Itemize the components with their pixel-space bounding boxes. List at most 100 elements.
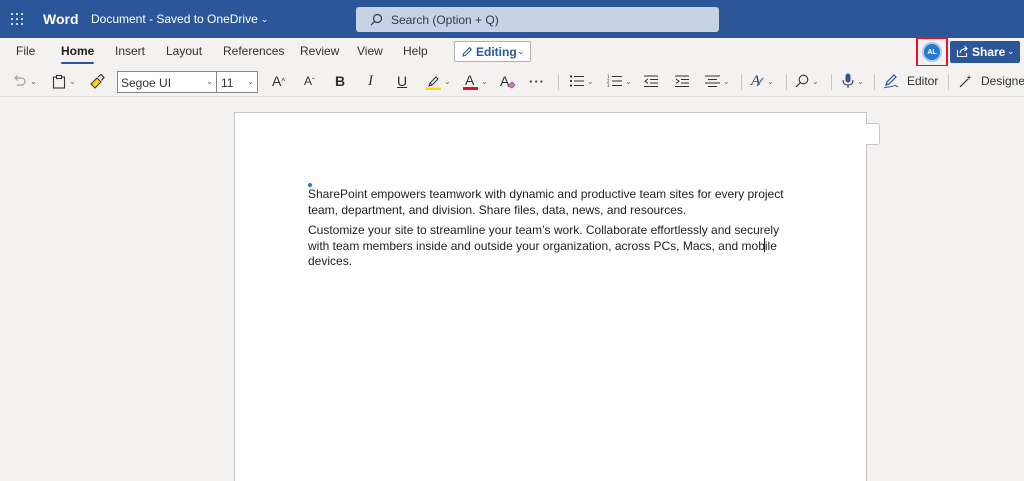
designer-button[interactable]: Designer <box>958 71 1024 91</box>
chevron-down-icon: ⌄ <box>69 76 76 86</box>
numbering-button[interactable]: 123 ⌄ <box>607 71 632 91</box>
search-box[interactable]: Search (Option + Q) <box>356 7 719 32</box>
decrease-indent-button[interactable] <box>644 71 658 91</box>
document-title-text: Document - Saved to OneDrive <box>91 12 258 26</box>
align-button[interactable]: ⌄ <box>705 71 730 91</box>
chevron-down-icon: ⌄ <box>444 76 451 86</box>
align-center-icon <box>705 75 720 87</box>
increase-indent-button[interactable] <box>675 71 689 91</box>
editing-mode-label: Editing <box>476 45 517 59</box>
title-bar: Word Document - Saved to OneDrive ⌄ Searc… <box>0 0 1024 38</box>
tab-file[interactable]: File <box>16 44 35 58</box>
chevron-down-icon: ⌄ <box>260 14 269 24</box>
shrink-font-icon: A <box>304 74 313 88</box>
font-color-swatch <box>463 87 478 90</box>
caret-down-icon: ˇ <box>312 76 315 86</box>
tab-help[interactable]: Help <box>403 44 428 58</box>
separator <box>831 74 832 90</box>
format-painter-icon <box>90 73 105 89</box>
undo-button[interactable]: ⌄ <box>12 71 37 91</box>
separator <box>948 74 949 90</box>
share-button[interactable]: Share ⌄ <box>950 41 1020 63</box>
decrease-indent-icon <box>644 75 658 87</box>
dictate-button[interactable]: ⌄ <box>842 71 864 91</box>
tab-insert[interactable]: Insert <box>115 44 145 58</box>
grow-font-button[interactable]: A ^ <box>272 71 285 91</box>
chevron-down-icon: ⌄ <box>30 76 37 86</box>
editing-mode-button[interactable]: Editing ⌄ <box>454 41 531 62</box>
text-cursor <box>764 238 765 252</box>
undo-icon <box>14 75 26 86</box>
chevron-down-icon: ⌄ <box>812 76 819 86</box>
pencil-icon <box>462 46 473 57</box>
font-name-value: Segoe UI <box>121 76 172 90</box>
chevron-down-icon: ⌄ <box>481 76 488 86</box>
ribbon-toolbar: ⌄ ⌄ Segoe UI ⌄ 11 ⌄ A ^ Aˇ B I U ⌄ A ⌄ A … <box>0 66 1024 97</box>
microphone-icon <box>842 73 854 88</box>
format-painter-button[interactable] <box>89 71 105 91</box>
more-options-button[interactable]: ··· <box>529 71 545 91</box>
paste-button[interactable]: ⌄ <box>52 71 76 91</box>
account-avatar[interactable]: AL <box>922 42 942 62</box>
chevron-down-icon: ⌄ <box>1007 46 1015 56</box>
italic-button[interactable]: I <box>368 71 373 91</box>
magic-wand-icon <box>959 74 972 87</box>
tab-review[interactable]: Review <box>300 44 339 58</box>
clipboard-icon <box>52 74 66 89</box>
tab-references[interactable]: References <box>223 44 284 58</box>
font-name-select[interactable]: Segoe UI ⌄ <box>117 71 217 93</box>
styles-button[interactable]: A ⌄ <box>751 71 774 91</box>
document-paragraph[interactable]: SharePoint empowers teamwork with dynami… <box>308 187 798 218</box>
page-side-handle[interactable] <box>866 123 880 145</box>
separator <box>874 74 875 90</box>
chevron-down-icon: ⌄ <box>517 46 525 56</box>
brush-icon <box>756 77 764 87</box>
editor-button[interactable]: Editor <box>883 71 938 91</box>
designer-label: Designer <box>981 74 1024 88</box>
search-icon <box>795 74 809 88</box>
bullets-button[interactable]: ⌄ <box>569 71 594 91</box>
app-name[interactable]: Word <box>43 11 79 27</box>
chevron-down-icon: ⌄ <box>767 76 774 86</box>
chevron-down-icon: ⌄ <box>247 77 254 86</box>
highlighter-icon <box>426 75 441 90</box>
text-effects-button[interactable]: A <box>500 71 516 91</box>
svg-text:3: 3 <box>607 83 610 88</box>
document-paragraph[interactable]: Customize your site to streamline your t… <box>308 223 798 270</box>
bold-button[interactable]: B <box>335 71 345 91</box>
ribbon-tabs: File Home Insert Layout References Revie… <box>0 38 1024 66</box>
highlight-button[interactable]: ⌄ <box>426 71 451 91</box>
numbered-list-icon: 123 <box>607 74 622 88</box>
app-launcher-icon[interactable] <box>11 13 23 25</box>
font-color-icon: A <box>465 72 475 88</box>
underline-button[interactable]: U <box>397 71 407 91</box>
document-page[interactable] <box>234 112 867 481</box>
tab-home[interactable]: Home <box>61 44 95 64</box>
underline-icon: U <box>397 73 408 89</box>
editor-label: Editor <box>907 74 939 88</box>
separator <box>741 74 742 90</box>
font-color-button[interactable]: A ⌄ <box>463 71 488 91</box>
search-icon <box>370 13 383 26</box>
italic-icon: I <box>368 72 373 89</box>
document-canvas <box>0 97 1024 481</box>
bold-icon: B <box>335 73 346 89</box>
font-size-select[interactable]: 11 ⌄ <box>217 71 258 93</box>
editor-pen-icon <box>883 73 899 88</box>
find-button[interactable]: ⌄ <box>795 71 819 91</box>
bullet-list-icon <box>569 75 584 87</box>
document-title[interactable]: Document - Saved to OneDrive ⌄ <box>91 12 268 26</box>
tab-layout[interactable]: Layout <box>166 44 202 58</box>
more-icon: ··· <box>529 73 545 89</box>
share-icon <box>956 45 968 58</box>
tab-view[interactable]: View <box>357 44 383 58</box>
chevron-down-icon: ⌄ <box>206 77 213 86</box>
caret-up-icon: ^ <box>281 76 286 86</box>
chevron-down-icon: ⌄ <box>625 76 632 86</box>
separator <box>786 74 787 90</box>
increase-indent-icon <box>675 75 689 87</box>
shrink-font-button[interactable]: Aˇ <box>304 71 315 91</box>
separator <box>558 74 559 90</box>
chevron-down-icon: ⌄ <box>723 76 730 86</box>
search-placeholder: Search (Option + Q) <box>391 13 499 27</box>
